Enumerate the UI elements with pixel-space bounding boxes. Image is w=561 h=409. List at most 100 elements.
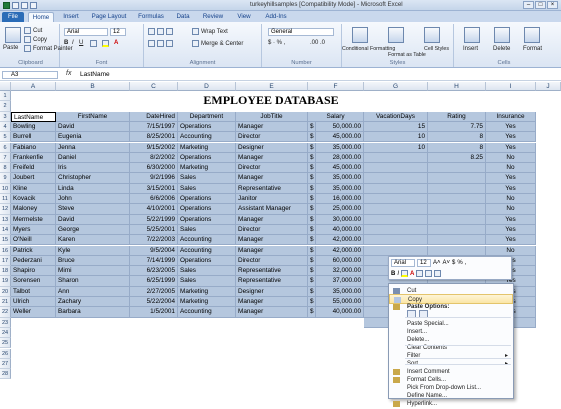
table-cell[interactable]: Karen (56, 235, 130, 246)
mini-size-combo[interactable]: 12 (417, 259, 431, 267)
tab-add-ins[interactable]: Add-Ins (260, 12, 292, 22)
table-cell[interactable]: 9/15/2002 (130, 142, 178, 153)
table-cell[interactable] (364, 194, 428, 205)
table-cell[interactable]: 10 (364, 142, 428, 153)
fx-icon[interactable]: fx (66, 70, 71, 77)
row-header[interactable]: 12 (0, 204, 11, 215)
table-cell[interactable]: 42,000.00 (316, 235, 364, 246)
table-cell[interactable]: $ (308, 286, 316, 297)
row-header[interactable]: 1 (0, 91, 11, 102)
table-cell[interactable]: Manager (236, 214, 308, 225)
table-cell[interactable]: Sales (178, 266, 236, 277)
table-cell[interactable]: 1/5/2001 (130, 307, 178, 318)
formula-input[interactable]: LastName (80, 71, 110, 78)
row-header[interactable]: 27 (0, 358, 11, 370)
table-cell[interactable]: $ (308, 132, 316, 143)
table-cell[interactable]: Representative (236, 276, 308, 287)
column-header-j[interactable]: J (536, 82, 561, 91)
table-cell[interactable]: 7/22/2003 (130, 235, 178, 246)
table-cell[interactable]: Designer (236, 286, 308, 297)
table-cell[interactable]: George (56, 224, 130, 236)
row-header[interactable]: 8 (0, 163, 11, 174)
table-cell[interactable]: No (486, 152, 536, 164)
table-cell[interactable] (364, 235, 428, 246)
table-cell[interactable]: Talbot (11, 286, 56, 297)
table-cell[interactable]: David (56, 214, 130, 225)
table-cell[interactable]: $ (308, 142, 316, 153)
table-cell[interactable]: Manager (236, 152, 308, 164)
table-cell[interactable]: Director (236, 132, 308, 143)
table-cell[interactable]: Operations (178, 121, 236, 133)
tab-page-layout[interactable]: Page Layout (88, 12, 130, 22)
table-cell[interactable]: Fabiano (11, 142, 56, 153)
table-cell[interactable]: Steve (56, 204, 130, 215)
table-cell[interactable]: 35,000.00 (316, 183, 364, 194)
row-header[interactable]: 17 (0, 255, 11, 267)
table-cell[interactable]: O'Neill (11, 235, 56, 246)
table-cell[interactable] (428, 245, 486, 256)
table-cell[interactable]: Sorensen (11, 276, 56, 287)
table-cell[interactable]: $ (308, 121, 316, 133)
font-color-button[interactable]: A (114, 40, 118, 46)
insert-button[interactable]: Insert (463, 46, 478, 52)
table-cell[interactable]: 6/30/2000 (130, 163, 178, 174)
table-cell[interactable]: 35,000.00 (316, 173, 364, 184)
table-cell[interactable] (428, 214, 486, 225)
table-cell[interactable]: Maloney (11, 204, 56, 215)
column-header-h[interactable]: H (428, 82, 486, 91)
table-cell[interactable]: Marketing (178, 286, 236, 297)
header-cell[interactable]: FirstName (56, 111, 130, 122)
mini-fill-color-icon[interactable] (401, 270, 409, 277)
tab-file[interactable]: File (2, 12, 24, 22)
row-header[interactable]: 20 (0, 286, 11, 297)
table-cell[interactable]: $ (308, 214, 316, 225)
table-cell[interactable]: Jenna (56, 142, 130, 153)
table-cell[interactable]: 16,000.00 (316, 194, 364, 205)
close-icon[interactable]: × (547, 1, 558, 9)
table-cell[interactable]: 32,000.00 (316, 266, 364, 277)
table-cell[interactable]: $ (308, 173, 316, 184)
mini-borders-icon[interactable] (416, 270, 424, 277)
mini-bold-icon[interactable]: B (391, 271, 395, 277)
table-cell[interactable]: Bowling (11, 121, 56, 133)
underline-button[interactable]: U (79, 40, 83, 46)
table-cell[interactable]: Daniel (56, 152, 130, 164)
header-cell[interactable]: Rating (428, 111, 486, 122)
save-icon[interactable] (12, 2, 19, 9)
table-cell[interactable]: Joubert (11, 173, 56, 184)
paste-icon[interactable] (5, 27, 21, 43)
table-cell[interactable]: Freifeld (11, 163, 56, 174)
align-left-button[interactable] (148, 40, 173, 47)
table-cell[interactable]: Accounting (178, 307, 236, 318)
name-box[interactable]: A3 (2, 71, 58, 79)
table-cell[interactable]: 6/25/1999 (130, 276, 178, 287)
table-cell[interactable]: Manager (236, 307, 308, 318)
tab-home[interactable]: Home (28, 12, 54, 22)
header-cell[interactable]: VacationDays (364, 111, 428, 122)
table-cell[interactable]: Director (236, 163, 308, 174)
table-cell[interactable]: 50,000.00 (316, 121, 364, 133)
table-cell[interactable]: Burrell (11, 132, 56, 143)
column-header-d[interactable]: D (178, 82, 236, 91)
table-cell[interactable]: Sales (178, 173, 236, 184)
table-cell[interactable]: Operations (178, 204, 236, 215)
table-cell[interactable]: No (486, 163, 536, 174)
column-header-i[interactable]: I (486, 82, 536, 91)
table-cell[interactable]: Manager (236, 121, 308, 133)
table-cell[interactable]: Accounting (178, 132, 236, 143)
table-cell[interactable]: Operations (178, 214, 236, 225)
mini-italic-icon[interactable]: I (397, 271, 399, 277)
row-header[interactable]: 2 (0, 101, 11, 112)
font-size-combo[interactable]: 12 (110, 28, 126, 36)
table-cell[interactable]: Pederzani (11, 255, 56, 267)
row-header[interactable]: 21 (0, 297, 11, 308)
table-cell[interactable] (364, 224, 428, 236)
table-cell[interactable]: 10 (364, 132, 428, 143)
table-cell[interactable] (364, 214, 428, 225)
table-cell[interactable]: Representative (236, 266, 308, 277)
table-cell[interactable] (364, 163, 428, 174)
row-header[interactable]: 19 (0, 276, 11, 287)
table-cell[interactable]: Operations (178, 194, 236, 205)
table-cell[interactable]: 8/25/2001 (130, 132, 178, 143)
tab-review[interactable]: Review (198, 12, 228, 22)
